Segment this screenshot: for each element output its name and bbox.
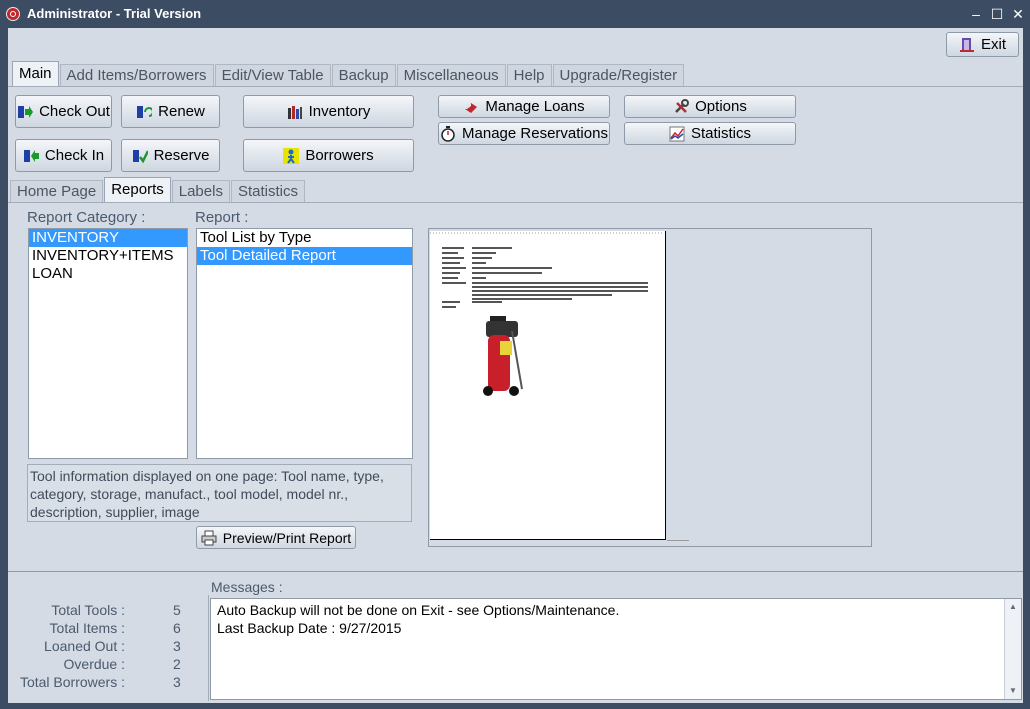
printer-icon [201, 530, 217, 546]
scroll-up-icon[interactable]: ▲ [1005, 599, 1021, 615]
borrowers-button[interactable]: Borrowers [243, 139, 414, 172]
tab-divider [8, 86, 1023, 87]
statistics-label: Statistics [690, 125, 751, 142]
manage-reservations-button[interactable]: Manage Reservations [438, 122, 610, 145]
tab-help[interactable]: Help [506, 64, 552, 86]
renew-icon [136, 104, 155, 120]
report-list[interactable]: Tool List by Type Tool Detailed Report [196, 228, 413, 459]
title-bar: Administrator - Trial Version – ☐ ✕ [0, 0, 1030, 28]
check-in-button[interactable]: Check In [15, 139, 112, 172]
inventory-books-icon [287, 104, 303, 120]
total-items-value: 6 [173, 620, 181, 636]
statistics-chart-icon [669, 126, 685, 142]
message-line: Last Backup Date : 9/27/2015 [217, 620, 402, 636]
tab-backup[interactable]: Backup [331, 64, 396, 86]
manage-loans-label: Manage Loans [485, 98, 585, 115]
tab-main[interactable]: Main [12, 61, 59, 86]
inventory-button[interactable]: Inventory [243, 95, 414, 128]
overdue-value: 2 [173, 656, 181, 672]
total-borrowers-label: Total Borrowers : [19, 674, 125, 690]
tab-add-items-borrowers[interactable]: Add Items/Borrowers [59, 64, 214, 86]
check-out-icon [17, 104, 34, 120]
manage-loans-button[interactable]: Manage Loans [438, 95, 610, 118]
report-preview-thumbnail [430, 232, 664, 396]
window-title: Administrator - Trial Version [27, 6, 202, 21]
options-tools-icon [673, 98, 690, 115]
preview-print-label: Preview/Print Report [222, 529, 352, 546]
loaned-out-label: Loaned Out : [44, 638, 125, 654]
stopwatch-icon [440, 125, 456, 142]
tab-labels[interactable]: Labels [171, 180, 230, 202]
tab-reports[interactable]: Reports [104, 177, 171, 202]
subtab-divider [8, 202, 1023, 203]
list-item[interactable]: Tool List by Type [197, 229, 412, 247]
app-window: Administrator - Trial Version – ☐ ✕ Exit… [0, 0, 1030, 709]
report-category-label: Report Category : [27, 209, 146, 226]
statistics-button[interactable]: Statistics [624, 122, 796, 145]
reserve-label: Reserve [153, 147, 210, 164]
report-category-list[interactable]: INVENTORY INVENTORY+ITEMS LOAN [28, 228, 188, 459]
app-logo-icon [6, 7, 20, 21]
report-label: Report : [195, 209, 249, 226]
minimize-icon[interactable]: – [966, 4, 986, 24]
client-area: Exit Main Add Items/Borrowers Edit/View … [8, 28, 1023, 703]
bottom-divider [8, 571, 1023, 572]
messages-box[interactable]: Auto Backup will not be done on Exit - s… [210, 598, 1022, 700]
scroll-down-icon[interactable]: ▼ [1005, 683, 1021, 699]
manage-reservations-label: Manage Reservations [462, 125, 608, 142]
tab-miscellaneous[interactable]: Miscellaneous [396, 64, 506, 86]
check-out-label: Check Out [39, 103, 110, 120]
preview-print-report-button[interactable]: Preview/Print Report [196, 526, 356, 549]
exit-door-icon [959, 37, 975, 53]
reserve-icon [132, 148, 149, 164]
inventory-label: Inventory [308, 103, 371, 120]
manage-loans-icon [463, 99, 479, 115]
total-tools-value: 5 [173, 602, 181, 618]
main-tab-bar: Main Add Items/Borrowers Edit/View Table… [12, 61, 685, 86]
sub-tab-bar: Home Page Reports Labels Statistics [10, 177, 306, 202]
check-out-button[interactable]: Check Out [15, 95, 112, 128]
renew-label: Renew [158, 103, 205, 120]
options-label: Options [695, 98, 747, 115]
tab-edit-view-table[interactable]: Edit/View Table [214, 64, 331, 86]
loaned-out-value: 3 [173, 638, 181, 654]
list-item[interactable]: INVENTORY+ITEMS [29, 247, 187, 265]
preview-page-edge [667, 540, 689, 541]
report-preview-pane [428, 228, 872, 547]
tab-statistics[interactable]: Statistics [230, 180, 305, 202]
options-button[interactable]: Options [624, 95, 796, 118]
list-item[interactable]: INVENTORY [29, 229, 187, 247]
report-description: Tool information displayed on one page: … [27, 464, 412, 522]
message-line: Auto Backup will not be done on Exit - s… [217, 602, 620, 618]
stats-panel: Total Tools : 5 Total Items : 6 Loaned O… [8, 598, 208, 700]
exit-label: Exit [980, 36, 1006, 53]
check-in-icon [23, 148, 39, 164]
check-in-label: Check In [44, 147, 105, 164]
messages-label: Messages : [211, 579, 283, 595]
list-item[interactable]: Tool Detailed Report [197, 247, 412, 265]
reserve-button[interactable]: Reserve [121, 139, 220, 172]
maximize-icon[interactable]: ☐ [987, 4, 1007, 24]
messages-scrollbar[interactable]: ▲ ▼ [1004, 599, 1021, 699]
stats-separator [208, 595, 209, 701]
report-preview-page [430, 231, 666, 540]
total-items-label: Total Items : [49, 620, 125, 636]
total-tools-label: Total Tools : [51, 602, 125, 618]
renew-button[interactable]: Renew [121, 95, 220, 128]
close-icon[interactable]: ✕ [1008, 4, 1028, 24]
list-item[interactable]: LOAN [29, 265, 187, 283]
total-borrowers-value: 3 [173, 674, 181, 690]
borrower-person-icon [283, 147, 300, 164]
overdue-label: Overdue : [63, 656, 125, 672]
tab-upgrade-register[interactable]: Upgrade/Register [552, 64, 685, 86]
exit-button[interactable]: Exit [946, 32, 1019, 57]
air-compressor-image [483, 316, 523, 396]
borrowers-label: Borrowers [305, 147, 374, 164]
tab-home-page[interactable]: Home Page [10, 180, 104, 202]
